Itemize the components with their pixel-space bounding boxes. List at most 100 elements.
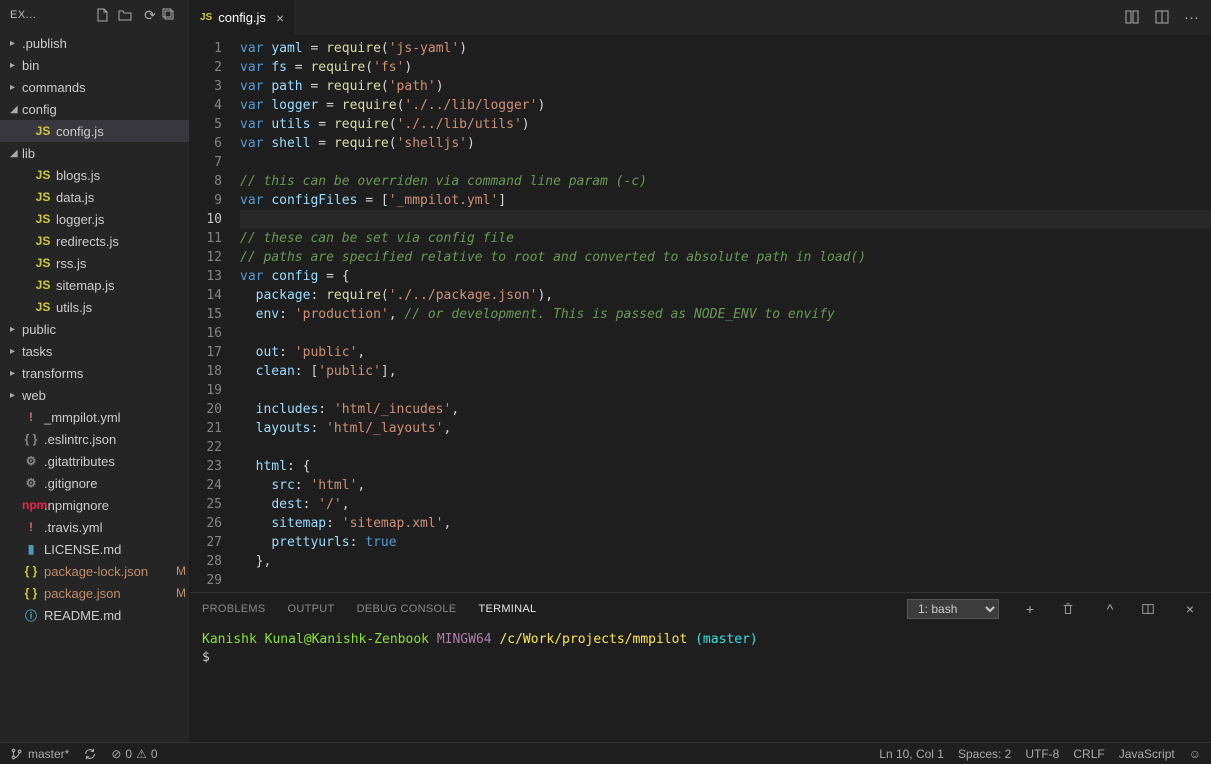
- maximize-panel-icon[interactable]: ^: [1101, 601, 1119, 617]
- new-folder-icon[interactable]: [117, 7, 139, 23]
- file-package-lock-json[interactable]: { }package-lock.jsonM: [0, 560, 189, 582]
- split-editor-icon[interactable]: [1154, 9, 1170, 26]
- file--eslintrc-json[interactable]: { }.eslintrc.json: [0, 428, 189, 450]
- folder-lib[interactable]: ◢lib: [0, 142, 189, 164]
- status-eol[interactable]: CRLF: [1073, 747, 1104, 761]
- scrollbar[interactable]: [1197, 35, 1211, 592]
- new-terminal-icon[interactable]: +: [1021, 601, 1039, 617]
- status-sync-icon[interactable]: [83, 747, 97, 761]
- tab-actions: ···: [1124, 9, 1211, 26]
- split-terminal-icon[interactable]: [1141, 602, 1159, 616]
- panel-tab-terminal[interactable]: TERMINAL: [478, 603, 536, 615]
- file--mmpilot-yml[interactable]: !_mmpilot.yml: [0, 406, 189, 428]
- explorer-sidebar: EX... ⟳ ▸.publish▸bin▸commands◢configJSc…: [0, 0, 190, 742]
- terminal-selector[interactable]: 1: bash: [907, 599, 999, 619]
- file--gitignore[interactable]: ⚙.gitignore: [0, 472, 189, 494]
- file--npmignore[interactable]: npm.npmignore: [0, 494, 189, 516]
- item-label: config.js: [56, 124, 189, 139]
- editor-body[interactable]: 1234567891011121314151617181920212223242…: [190, 35, 1211, 592]
- item-label: lib: [22, 146, 189, 161]
- folder-public[interactable]: ▸public: [0, 318, 189, 340]
- status-branch[interactable]: master*: [10, 747, 69, 761]
- tab-bar: JS config.js × ···: [190, 0, 1211, 35]
- file-config-js[interactable]: JSconfig.js: [0, 120, 189, 142]
- panel-tab-problems[interactable]: PROBLEMS: [202, 603, 266, 615]
- item-label: .npmignore: [44, 498, 189, 513]
- item-label: redirects.js: [56, 234, 189, 249]
- item-label: public: [22, 322, 189, 337]
- item-label: .eslintrc.json: [44, 432, 189, 447]
- file--gitattributes[interactable]: ⚙.gitattributes: [0, 450, 189, 472]
- chevron-right-icon: ▸: [10, 390, 22, 401]
- item-label: README.md: [44, 608, 189, 623]
- terminal-body[interactable]: Kanishk Kunal@Kanishk-Zenbook MINGW64 /c…: [190, 625, 1211, 742]
- item-label: package.json: [44, 586, 173, 601]
- git-status-badge: M: [173, 564, 189, 578]
- panel-tab-output[interactable]: OUTPUT: [288, 603, 335, 615]
- collapse-all-icon[interactable]: [161, 7, 183, 23]
- tab-config-js[interactable]: JS config.js ×: [190, 0, 294, 35]
- terminal-sys: MINGW64: [437, 632, 492, 647]
- js-icon: JS: [200, 12, 212, 23]
- more-icon[interactable]: ···: [1184, 9, 1199, 26]
- folder-transforms[interactable]: ▸transforms: [0, 362, 189, 384]
- chevron-right-icon: ▸: [10, 82, 22, 93]
- item-label: LICENSE.md: [44, 542, 189, 557]
- editor-area: JS config.js × ··· 123456789101112131415…: [190, 0, 1211, 742]
- line-gutter: 1234567891011121314151617181920212223242…: [190, 35, 240, 592]
- compare-icon[interactable]: [1124, 9, 1140, 26]
- status-cursor[interactable]: Ln 10, Col 1: [879, 747, 944, 761]
- folder-tasks[interactable]: ▸tasks: [0, 340, 189, 362]
- file-LICENSE-md[interactable]: ▮LICENSE.md: [0, 538, 189, 560]
- bottom-panel: PROBLEMS OUTPUT DEBUG CONSOLE TERMINAL 1: b…: [190, 592, 1211, 742]
- item-label: web: [22, 388, 189, 403]
- item-label: .publish: [22, 36, 189, 51]
- panel-tab-debug-console[interactable]: DEBUG CONSOLE: [357, 603, 457, 615]
- folder-config[interactable]: ◢config: [0, 98, 189, 120]
- status-encoding[interactable]: UTF-8: [1025, 747, 1059, 761]
- new-file-icon[interactable]: [95, 7, 117, 23]
- chevron-down-icon: ◢: [10, 104, 22, 115]
- refresh-icon[interactable]: ⟳: [139, 7, 161, 24]
- file-redirects-js[interactable]: JSredirects.js: [0, 230, 189, 252]
- git-status-badge: M: [173, 586, 189, 600]
- folder-web[interactable]: ▸web: [0, 384, 189, 406]
- file-rss-js[interactable]: JSrss.js: [0, 252, 189, 274]
- file--travis-yml[interactable]: !.travis.yml: [0, 516, 189, 538]
- item-label: .travis.yml: [44, 520, 189, 535]
- status-spaces[interactable]: Spaces: 2: [958, 747, 1011, 761]
- close-panel-icon[interactable]: ×: [1181, 601, 1199, 617]
- explorer-title: EX...: [10, 9, 95, 21]
- folder-commands[interactable]: ▸commands: [0, 76, 189, 98]
- item-label: data.js: [56, 190, 189, 205]
- panel-tabs: PROBLEMS OUTPUT DEBUG CONSOLE TERMINAL 1: b…: [190, 593, 1211, 625]
- terminal-user: Kanishk Kunal@Kanishk-Zenbook: [202, 632, 429, 647]
- chevron-down-icon: ◢: [10, 148, 22, 159]
- explorer-header: EX... ⟳: [0, 0, 189, 30]
- status-feedback-icon[interactable]: ☺: [1189, 747, 1201, 761]
- folder--publish[interactable]: ▸.publish: [0, 32, 189, 54]
- status-language[interactable]: JavaScript: [1119, 747, 1175, 761]
- file-utils-js[interactable]: JSutils.js: [0, 296, 189, 318]
- file-data-js[interactable]: JSdata.js: [0, 186, 189, 208]
- terminal-branch: (master): [695, 632, 758, 647]
- terminal-prompt: $: [202, 649, 1199, 667]
- file-logger-js[interactable]: JSlogger.js: [0, 208, 189, 230]
- tab-label: config.js: [218, 10, 266, 25]
- kill-terminal-icon[interactable]: [1061, 602, 1079, 616]
- item-label: blogs.js: [56, 168, 189, 183]
- item-label: tasks: [22, 344, 189, 359]
- status-problems[interactable]: ⊘ 0 ⚠ 0: [111, 747, 157, 761]
- item-label: package-lock.json: [44, 564, 173, 579]
- file-package-json[interactable]: { }package.jsonM: [0, 582, 189, 604]
- item-label: transforms: [22, 366, 189, 381]
- item-label: commands: [22, 80, 189, 95]
- file-sitemap-js[interactable]: JSsitemap.js: [0, 274, 189, 296]
- code-content[interactable]: var yaml = require('js-yaml')var fs = re…: [240, 35, 1211, 592]
- file-blogs-js[interactable]: JSblogs.js: [0, 164, 189, 186]
- item-label: .gitignore: [44, 476, 189, 491]
- close-icon[interactable]: ×: [276, 10, 284, 26]
- chevron-right-icon: ▸: [10, 60, 22, 71]
- file-README-md[interactable]: ⓘREADME.md: [0, 604, 189, 626]
- folder-bin[interactable]: ▸bin: [0, 54, 189, 76]
